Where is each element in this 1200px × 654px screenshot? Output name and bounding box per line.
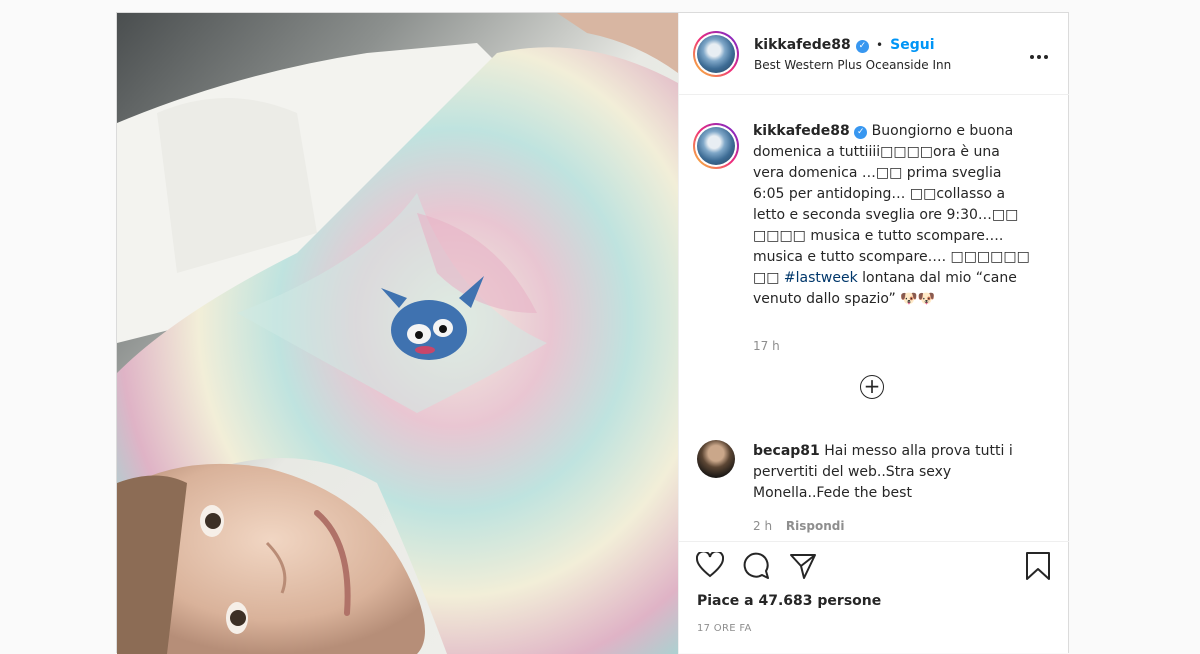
comment-meta: 2 h Rispondi xyxy=(753,519,844,533)
heart-icon[interactable] xyxy=(696,552,724,578)
post-header: kikkafede88 ✓ • Segui Best Western Plus … xyxy=(679,13,1069,95)
caption-avatar[interactable] xyxy=(693,123,739,169)
caption-username[interactable]: kikkafede88 xyxy=(753,123,850,139)
commenter-avatar[interactable] xyxy=(697,440,735,478)
load-more-comments-icon[interactable]: + xyxy=(860,375,884,399)
post-photo[interactable] xyxy=(117,13,678,654)
action-bar: Piace a 47.683 persone 17 ORE FA xyxy=(679,541,1069,654)
caption-body-start: Buongiorno e buona domenica a tuttiiii□□… xyxy=(753,123,1030,286)
post-side-panel: kikkafede88 ✓ • Segui Best Western Plus … xyxy=(678,13,1069,654)
share-icon[interactable] xyxy=(789,552,817,580)
instagram-post: kikkafede88 ✓ • Segui Best Western Plus … xyxy=(116,12,1069,654)
caption-text: kikkafede88 ✓ Buongiorno e buona domenic… xyxy=(753,121,1033,310)
comment-icon[interactable] xyxy=(742,552,770,580)
reply-button[interactable]: Rispondi xyxy=(786,519,845,533)
comment-username[interactable]: becap81 xyxy=(753,443,820,459)
more-options-icon[interactable] xyxy=(1029,41,1049,65)
comment-time[interactable]: 2 h xyxy=(753,519,772,533)
bookmark-icon[interactable] xyxy=(1025,551,1051,581)
author-avatar[interactable] xyxy=(693,31,739,77)
verified-icon: ✓ xyxy=(855,40,869,53)
author-username[interactable]: kikkafede88 xyxy=(754,37,851,53)
caption-time[interactable]: 17 h xyxy=(753,339,780,353)
post-location[interactable]: Best Western Plus Oceanside Inn xyxy=(754,58,951,72)
follow-separator: • xyxy=(875,38,884,52)
post-date[interactable]: 17 ORE FA xyxy=(697,623,752,634)
photo-illustration xyxy=(117,13,678,654)
verified-icon: ✓ xyxy=(854,126,868,139)
follow-button[interactable]: Segui xyxy=(890,37,934,53)
comment: becap81 Hai messo alla prova tutti i per… xyxy=(753,441,1043,504)
author-line: kikkafede88 ✓ • Segui xyxy=(754,34,935,53)
likes-count[interactable]: Piace a 47.683 persone xyxy=(697,593,881,609)
caption-hashtag[interactable]: #lastweek xyxy=(784,270,858,286)
